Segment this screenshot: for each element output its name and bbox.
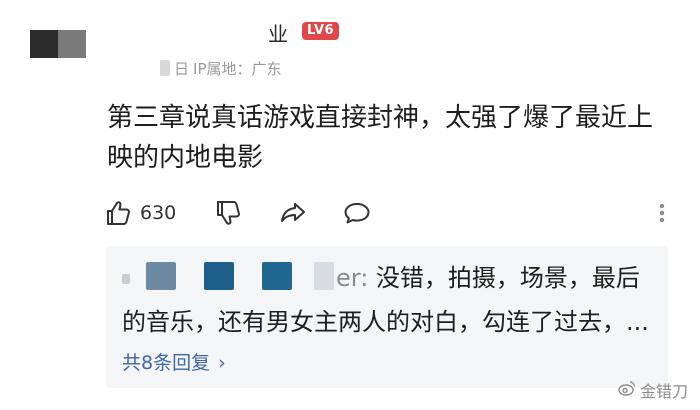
comment-card: 业 LV6 日 IP属地：广东 第三章说真话游戏直接封神，太强了爆了最近上 映的… bbox=[0, 0, 700, 410]
chevron-right-icon: › bbox=[218, 352, 226, 374]
avatar-pixel-block bbox=[58, 30, 86, 58]
redacted-replier-name bbox=[314, 262, 334, 290]
reply-button[interactable] bbox=[342, 196, 372, 230]
username[interactable]: 业 bbox=[268, 18, 288, 47]
dislike-button[interactable] bbox=[214, 196, 242, 230]
more-options-button[interactable] bbox=[656, 196, 668, 230]
comment-icon bbox=[342, 199, 372, 227]
thumbs-up-icon bbox=[104, 199, 132, 227]
view-all-replies-link[interactable]: 共8条回复 › bbox=[122, 350, 226, 376]
more-options-icon bbox=[656, 199, 668, 227]
comment-text-line: 映的内地电影 bbox=[107, 143, 264, 173]
share-button[interactable] bbox=[278, 196, 308, 230]
reply-text: er: 没错，拍摄，场景，最后 bbox=[336, 262, 640, 294]
watermark-text: 金错刀 bbox=[639, 382, 688, 401]
redacted-replier-name bbox=[262, 262, 292, 290]
avatar-pixel-block bbox=[30, 30, 58, 58]
view-all-replies-label: 共8条回复 bbox=[122, 352, 211, 374]
ip-location: IP属地：广东 bbox=[193, 59, 282, 78]
like-count: 630 bbox=[140, 202, 177, 224]
avatar[interactable] bbox=[30, 30, 86, 58]
redacted-replier-name bbox=[204, 262, 234, 290]
thumbs-down-icon bbox=[214, 199, 242, 227]
reply-text-line: 的音乐，还有男女主两人的对白，勾连了过去，... bbox=[122, 308, 649, 336]
like-button[interactable]: 630 bbox=[104, 196, 176, 230]
watermark: 金错刀 bbox=[618, 378, 688, 402]
comment-meta: 日 IP属地：广东 bbox=[160, 58, 282, 78]
comment-text-line: 第三章说真话游戏直接封神，太强了爆了最近上 bbox=[107, 103, 654, 133]
replier-name-suffix[interactable]: er: bbox=[336, 264, 368, 292]
redacted-replier-name bbox=[146, 262, 176, 290]
share-icon bbox=[278, 199, 308, 227]
reply-text-line: 没错，拍摄，场景，最后 bbox=[368, 264, 640, 292]
redacted-date bbox=[160, 60, 170, 76]
weibo-icon bbox=[618, 380, 636, 400]
level-badge: LV6 bbox=[302, 22, 340, 40]
redacted-replier-name bbox=[122, 274, 130, 284]
replies-panel[interactable]: er: 没错，拍摄，场景，最后 的音乐，还有男女主两人的对白，勾连了过去，...… bbox=[106, 246, 668, 388]
comment-body: 第三章说真话游戏直接封神，太强了爆了最近上 映的内地电影 bbox=[107, 98, 667, 178]
date-fragment: 日 bbox=[174, 59, 190, 78]
comment-actions: 630 bbox=[104, 196, 684, 230]
